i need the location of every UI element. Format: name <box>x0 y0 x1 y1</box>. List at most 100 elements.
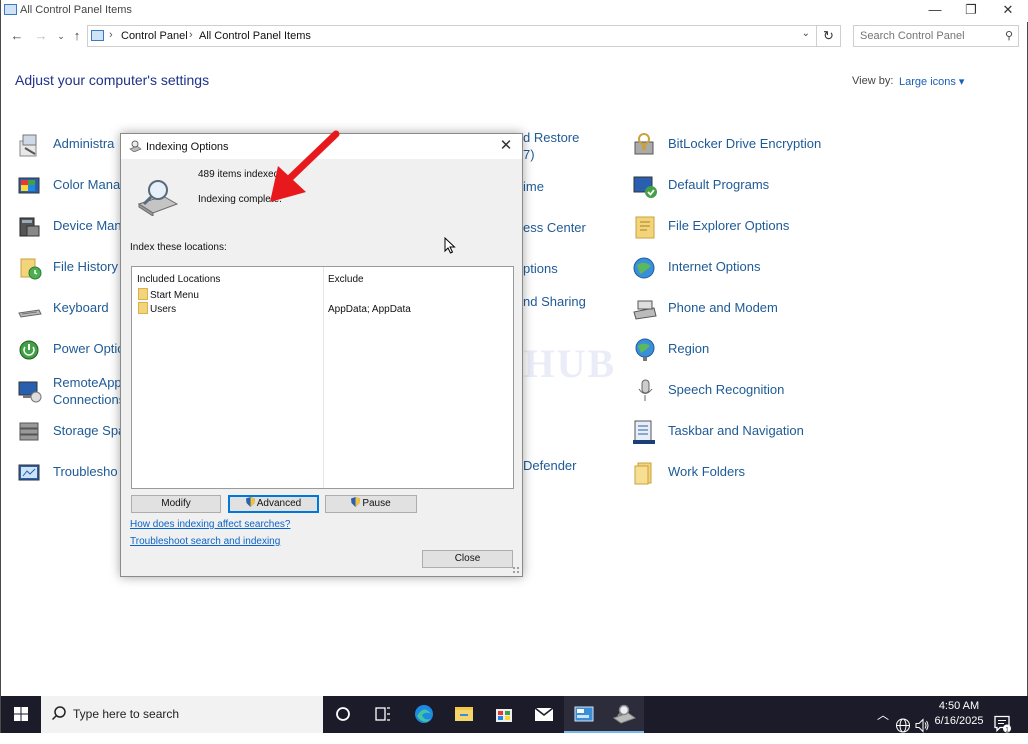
exclude-header[interactable]: Exclude <box>328 274 364 285</box>
cp-item-troubleshooting[interactable]: Troublesho <box>17 458 127 488</box>
folder-icon <box>138 302 148 314</box>
up-arrow-icon[interactable]: ↑ <box>69 27 85 45</box>
control-panel-icon <box>4 4 17 15</box>
cp-item-bitlocker[interactable]: BitLocker Drive Encryption <box>632 130 832 160</box>
breadcrumb-control-panel[interactable]: Control Panel <box>121 30 188 42</box>
default-programs-icon <box>633 176 657 198</box>
troubleshoot-link[interactable]: Troubleshoot search and indexing <box>130 536 280 547</box>
refresh-icon[interactable]: ↻ <box>816 26 840 46</box>
bitlocker-icon <box>634 133 654 155</box>
cp-item-work-folders[interactable]: Work Folders <box>632 458 832 488</box>
close-button[interactable]: ✕ <box>988 0 1028 22</box>
taskbar-search-box[interactable]: Type here to search <box>41 696 323 733</box>
close-label: Close <box>454 553 481 564</box>
address-bar[interactable]: › Control Panel › All Control Panel Item… <box>87 25 841 47</box>
forward-arrow-icon[interactable]: → <box>33 27 49 45</box>
notifications-icon[interactable]: 1 <box>993 705 1011 742</box>
cp-item-file-history[interactable]: File History <box>17 253 127 283</box>
search-input[interactable] <box>858 29 998 43</box>
search-icon <box>51 706 66 721</box>
cp-item-storage-spaces[interactable]: Storage Spa <box>17 417 127 447</box>
task-view-button[interactable] <box>363 696 403 733</box>
cortana-button[interactable] <box>323 696 363 733</box>
network-globe-icon[interactable] <box>895 707 911 744</box>
minimize-button[interactable]: — <box>915 0 955 22</box>
store-button[interactable] <box>484 696 524 733</box>
start-button[interactable] <box>1 696 41 733</box>
cp-item-label: File Explorer Options <box>668 218 790 233</box>
cp-item-backup-partial[interactable]: 7) <box>523 147 563 167</box>
edge-button[interactable] <box>404 696 444 733</box>
pause-label: Pause <box>362 498 391 509</box>
advanced-button[interactable]: Advanced <box>228 495 319 513</box>
admin-tools-icon <box>19 134 37 157</box>
dialog-close-icon[interactable]: ✕ <box>495 136 517 156</box>
cp-item-label: Storage Spa <box>53 423 126 438</box>
edge-icon <box>415 705 433 723</box>
mouse-cursor-icon <box>444 237 456 254</box>
restore-button[interactable]: ❐ <box>951 0 991 22</box>
cp-item-label: Taskbar and Navigation <box>668 423 804 438</box>
cp-item-region[interactable]: Region <box>632 335 832 365</box>
cp-item-indexing-options-partial[interactable]: ptions <box>523 261 573 281</box>
locations-list[interactable]: Included Locations Exclude Start Menu Us… <box>131 266 514 489</box>
modify-button[interactable]: Modify <box>131 495 221 513</box>
file-explorer-options-icon <box>635 216 655 239</box>
file-explorer-button[interactable] <box>444 696 484 733</box>
windows-logo-icon <box>14 707 28 721</box>
chevron-right-icon: › <box>189 29 193 41</box>
mail-button[interactable] <box>524 696 564 733</box>
clock-time: 4:50 AM <box>938 700 980 712</box>
cp-item-defender-partial[interactable]: Defender <box>523 458 583 478</box>
cp-item-ease-of-access-partial[interactable]: ess Center <box>523 220 603 240</box>
chevron-down-icon[interactable]: ⌄ <box>802 28 810 39</box>
taskbar-navigation-icon <box>633 420 655 444</box>
view-by-dropdown[interactable]: Large icons ▾ <box>899 75 964 88</box>
included-locations-header[interactable]: Included Locations <box>137 274 220 285</box>
cp-item-date-time-partial[interactable]: ime <box>523 179 563 199</box>
storage-spaces-icon <box>19 422 39 441</box>
cp-item-taskbar-navigation[interactable]: Taskbar and Navigation <box>632 417 832 447</box>
cp-item-label: Default Programs <box>668 177 770 192</box>
cp-item-label: Keyboard <box>53 300 109 315</box>
title-bar: All Control Panel Items — ❐ ✕ <box>1 0 1028 22</box>
pause-button[interactable]: Pause <box>325 495 417 513</box>
cp-item-keyboard[interactable]: Keyboard <box>17 294 127 324</box>
control-panel-taskbar-button[interactable] <box>564 696 604 733</box>
troubleshooting-icon <box>18 464 40 481</box>
cp-item-internet-options[interactable]: Internet Options <box>632 253 832 283</box>
breadcrumb-all-items[interactable]: All Control Panel Items <box>199 30 311 42</box>
system-clock[interactable]: 4:50 AM 6/16/2025 <box>931 699 987 729</box>
cp-item-color-management[interactable]: Color Mana <box>17 171 127 201</box>
dialog-close-button[interactable]: Close <box>422 550 513 568</box>
cp-item-phone-modem[interactable]: Phone and Modem <box>632 294 832 324</box>
indexing-affect-link[interactable]: How does indexing affect searches? <box>130 519 290 530</box>
window-title: All Control Panel Items <box>20 4 132 16</box>
cp-item-label: Troublesho <box>53 464 118 479</box>
navigation-bar: ← → ⌄ ↑ › Control Panel › All Control Pa… <box>1 24 1028 50</box>
cp-item-speech-recognition[interactable]: Speech Recognition <box>632 376 832 406</box>
cp-item-network-sharing-partial[interactable]: nd Sharing <box>523 294 593 314</box>
back-arrow-icon[interactable]: ← <box>9 27 25 45</box>
cp-item-power-options[interactable]: Power Optio <box>17 335 127 365</box>
recent-locations-chevron-icon[interactable]: ⌄ <box>53 27 69 45</box>
show-hidden-icons-chevron-icon[interactable]: ︿ <box>877 706 889 743</box>
cp-item-device-manager[interactable]: Device Mana <box>17 212 129 242</box>
location-name: Start Menu <box>150 290 199 301</box>
column-divider <box>323 267 324 488</box>
indexing-options-taskbar-button[interactable] <box>604 696 644 733</box>
search-box[interactable]: ⚲ <box>853 25 1019 47</box>
volume-icon[interactable] <box>914 707 930 744</box>
resize-grip[interactable] <box>512 566 520 574</box>
cp-item-remoteapp[interactable]: RemoteApp Connections <box>17 375 127 410</box>
cp-item-label: BitLocker Drive Encryption <box>668 136 822 151</box>
view-by-label: View by: <box>852 75 894 87</box>
task-view-icon <box>375 707 390 721</box>
control-panel-icon <box>574 706 594 722</box>
color-management-icon <box>18 177 40 194</box>
cp-item-default-programs[interactable]: Default Programs <box>632 171 832 201</box>
indexing-magnifier-icon <box>137 180 179 216</box>
control-panel-icon <box>91 30 104 41</box>
cp-item-file-explorer-options[interactable]: File Explorer Options <box>632 212 832 242</box>
cp-item-administrative-tools[interactable]: Administra <box>17 130 127 160</box>
